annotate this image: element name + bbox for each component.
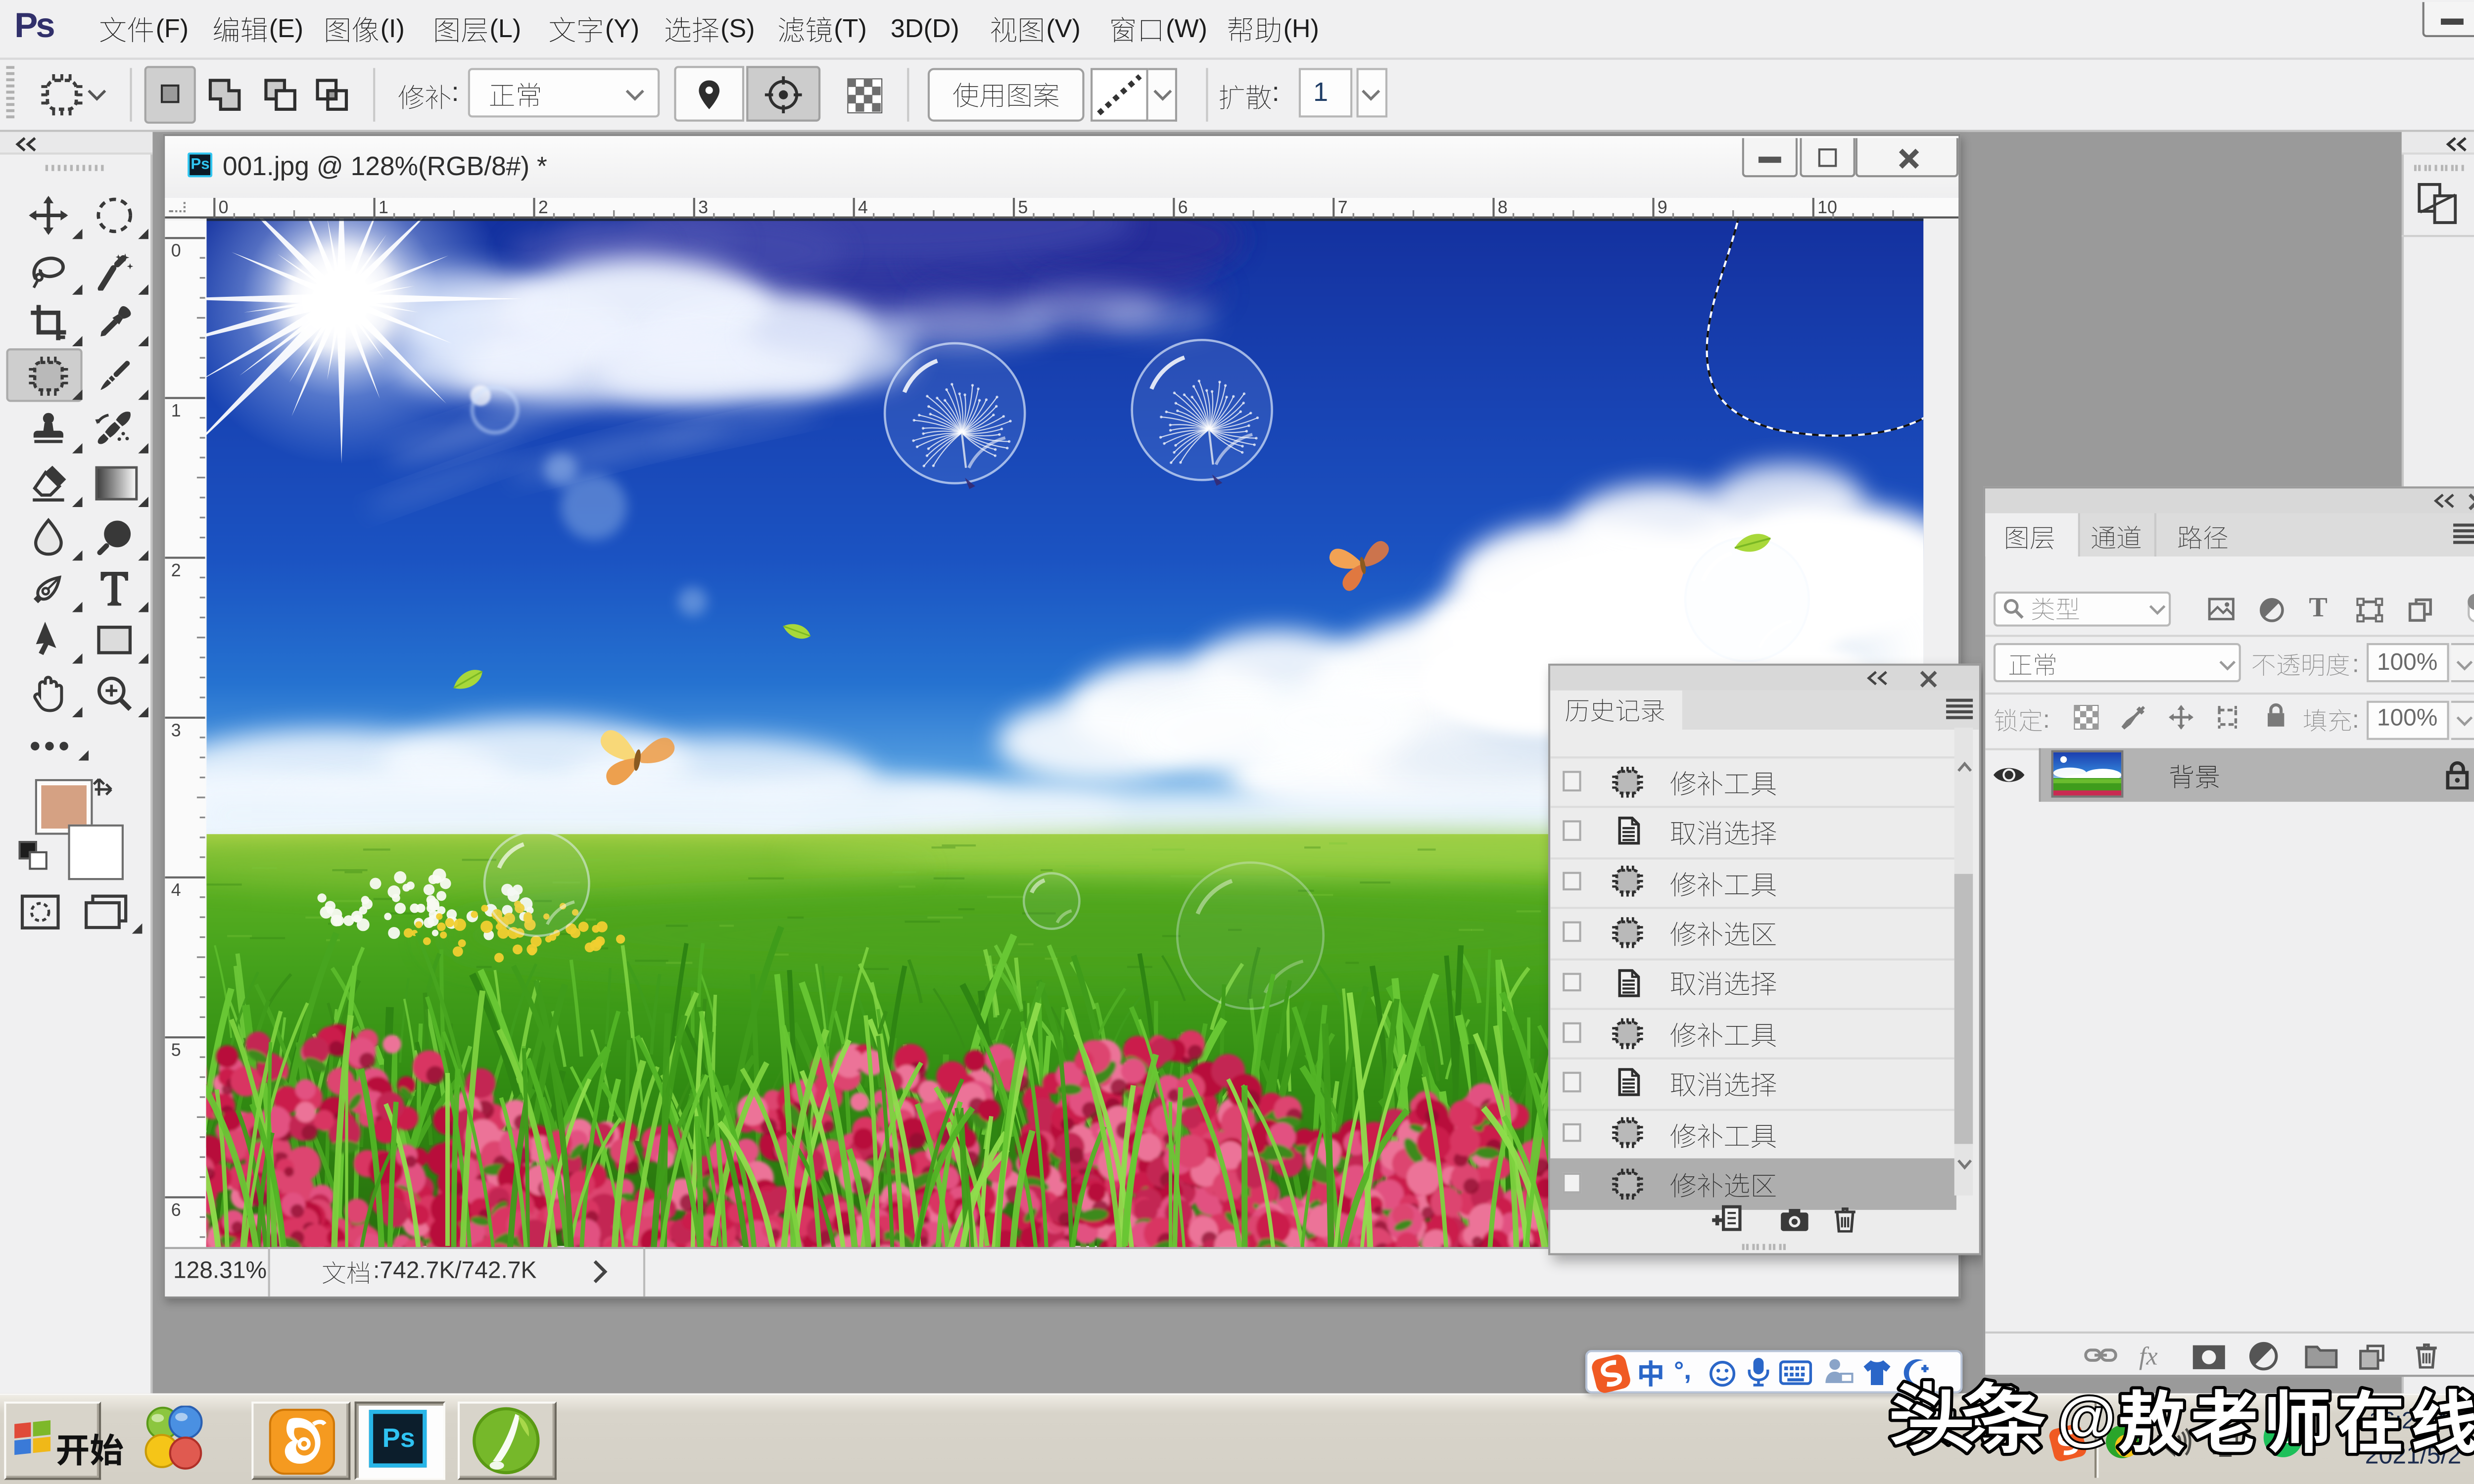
svg-text:5: 5 (172, 1040, 182, 1060)
svg-text:6: 6 (1177, 198, 1187, 217)
svg-text:2: 2 (172, 560, 182, 580)
svg-text:9: 9 (1657, 198, 1666, 217)
svg-text:10: 10 (1817, 198, 1837, 217)
svg-text:0: 0 (172, 241, 182, 261)
svg-text:4: 4 (857, 198, 867, 217)
svg-text:3: 3 (172, 720, 182, 740)
svg-text:0: 0 (218, 198, 228, 217)
svg-text:1: 1 (378, 198, 388, 217)
svg-text:6: 6 (172, 1200, 182, 1220)
svg-text:2: 2 (538, 198, 548, 217)
svg-text:3: 3 (698, 198, 708, 217)
svg-text:4: 4 (172, 880, 182, 900)
svg-text:1: 1 (172, 401, 182, 420)
svg-text:8: 8 (1497, 198, 1507, 217)
svg-text:5: 5 (1017, 198, 1027, 217)
svg-text:7: 7 (1337, 198, 1347, 217)
